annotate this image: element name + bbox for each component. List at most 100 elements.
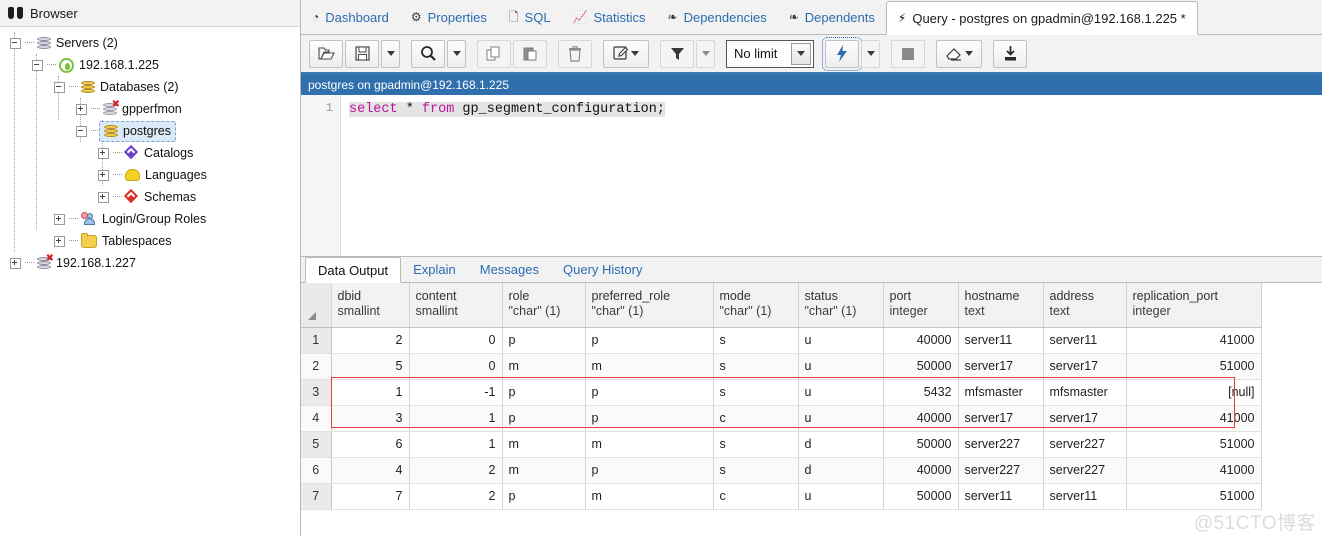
table-row[interactable]: 7 7 2 p m c u 50000 server11 server11 51… <box>301 483 1262 510</box>
column-header-address[interactable]: address text <box>1043 283 1127 328</box>
row-limit-select[interactable]: No limit <box>726 39 814 68</box>
tab-dependencies[interactable]: ❧ Dependencies <box>657 0 778 34</box>
row-number[interactable]: 3 <box>301 379 332 406</box>
table-row[interactable]: 6 4 2 m p s d 40000 server227 server227 … <box>301 457 1262 484</box>
cell-address[interactable]: server17 <box>1043 405 1127 432</box>
cell-status[interactable]: u <box>798 327 884 354</box>
expander-plus-icon[interactable] <box>54 213 65 225</box>
tree-item-catalogs[interactable]: Catalogs <box>0 142 300 164</box>
cell-hostname[interactable]: server17 <box>958 405 1044 432</box>
cell-address[interactable]: server11 <box>1043 483 1127 510</box>
data-output-grid[interactable]: dbid smallint content smallint role "char" … <box>301 283 1322 510</box>
find-dropdown-button[interactable] <box>447 39 466 68</box>
copy-button[interactable] <box>477 39 511 68</box>
cell-role[interactable]: m <box>502 431 586 458</box>
object-browser-tree[interactable]: Servers (2) 192.168.1.225 Databases (2) … <box>0 27 300 274</box>
cell-role[interactable]: m <box>502 457 586 484</box>
tab-messages[interactable]: Messages <box>468 256 551 282</box>
cell-status[interactable]: u <box>798 379 884 406</box>
row-number[interactable]: 2 <box>301 353 332 380</box>
cell-mode[interactable]: c <box>713 483 799 510</box>
save-dropdown-button[interactable] <box>381 39 400 68</box>
find-button[interactable] <box>411 39 445 68</box>
row-number[interactable]: 1 <box>301 327 332 354</box>
expander-minus-icon[interactable] <box>10 37 21 49</box>
cell-mode[interactable]: c <box>713 405 799 432</box>
table-row[interactable]: 1 2 0 p p s u 40000 server11 server11 41… <box>301 327 1262 354</box>
column-header-replication-port[interactable]: replication_port integer <box>1126 283 1262 328</box>
sql-code-area[interactable]: select * from gp_segment_configuration; <box>341 95 1322 256</box>
edit-dropdown-button[interactable] <box>603 39 649 68</box>
cell-content[interactable]: 1 <box>409 405 503 432</box>
tree-item-schemas[interactable]: Schemas <box>0 186 300 208</box>
cell-role[interactable]: p <box>502 405 586 432</box>
tab-query-editor[interactable]: ⚡ Query - postgres on gpadmin@192.168.1.… <box>885 1 1198 35</box>
tab-dependents[interactable]: ❧ Dependents <box>778 0 886 34</box>
stop-query-button[interactable] <box>891 39 925 68</box>
tree-item-postgres[interactable]: postgres <box>0 120 300 142</box>
cell-address[interactable]: server227 <box>1043 457 1127 484</box>
cell-port[interactable]: 50000 <box>883 353 959 380</box>
cell-replication-port[interactable]: [null] <box>1126 379 1262 406</box>
cell-mode[interactable]: s <box>713 379 799 406</box>
cell-role[interactable]: p <box>502 327 586 354</box>
cell-replication-port[interactable]: 41000 <box>1126 327 1262 354</box>
filter-dropdown-button[interactable] <box>696 39 715 68</box>
cell-address[interactable]: server227 <box>1043 431 1127 458</box>
tab-properties[interactable]: ⚙ Properties <box>400 0 498 34</box>
clear-editor-button[interactable] <box>936 39 982 68</box>
table-row[interactable]: 4 3 1 p p c u 40000 server17 server17 41… <box>301 405 1262 432</box>
expander-plus-icon[interactable] <box>76 103 87 115</box>
expander-plus-icon[interactable] <box>98 191 109 203</box>
filter-button[interactable] <box>660 39 694 68</box>
cell-content[interactable]: 2 <box>409 457 503 484</box>
tree-item-databases[interactable]: Databases (2) <box>0 76 300 98</box>
sql-editor[interactable]: 1 select * from gp_segment_configuration… <box>301 95 1322 256</box>
grid-corner-cell[interactable] <box>301 283 332 328</box>
cell-status[interactable]: d <box>798 431 884 458</box>
tab-dashboard[interactable]: ◔ Dashboard <box>301 0 400 34</box>
row-number[interactable]: 4 <box>301 405 332 432</box>
cell-port[interactable]: 40000 <box>883 327 959 354</box>
open-file-button[interactable] <box>309 39 343 68</box>
tab-sql[interactable]: 🗋 SQL <box>498 0 562 34</box>
cell-content[interactable]: 0 <box>409 353 503 380</box>
row-number[interactable]: 5 <box>301 431 332 458</box>
expander-plus-icon[interactable] <box>10 257 21 269</box>
tree-item-gpperfmon[interactable]: ✖ gpperfmon <box>0 98 300 120</box>
cell-content[interactable]: 1 <box>409 431 503 458</box>
column-header-dbid[interactable]: dbid smallint <box>331 283 410 328</box>
cell-hostname[interactable]: server11 <box>958 483 1044 510</box>
delete-button[interactable] <box>558 39 592 68</box>
table-row[interactable]: 3 1 -1 p p s u 5432 mfsmaster mfsmaster … <box>301 379 1262 406</box>
cell-mode[interactable]: s <box>713 327 799 354</box>
expander-plus-icon[interactable] <box>98 147 109 159</box>
cell-dbid[interactable]: 3 <box>331 405 410 432</box>
expander-minus-icon[interactable] <box>54 81 65 93</box>
cell-hostname[interactable]: server227 <box>958 457 1044 484</box>
cell-preferred-role[interactable]: m <box>585 431 714 458</box>
cell-dbid[interactable]: 7 <box>331 483 410 510</box>
column-header-hostname[interactable]: hostname text <box>958 283 1044 328</box>
expander-plus-icon[interactable] <box>54 235 65 247</box>
cell-port[interactable]: 40000 <box>883 405 959 432</box>
cell-preferred-role[interactable]: m <box>585 353 714 380</box>
tree-item-tablespaces[interactable]: Tablespaces <box>0 230 300 252</box>
save-file-button[interactable] <box>345 39 379 68</box>
download-csv-button[interactable] <box>993 39 1027 68</box>
cell-port[interactable]: 5432 <box>883 379 959 406</box>
column-header-preferred-role[interactable]: preferred_role "char" (1) <box>585 283 714 328</box>
tab-statistics[interactable]: 📈 Statistics <box>562 0 657 34</box>
cell-replication-port[interactable]: 41000 <box>1126 457 1262 484</box>
cell-port[interactable]: 40000 <box>883 457 959 484</box>
cell-content[interactable]: 2 <box>409 483 503 510</box>
cell-hostname[interactable]: server227 <box>958 431 1044 458</box>
tree-item-server-227[interactable]: ✖ 192.168.1.227 <box>0 252 300 274</box>
column-header-role[interactable]: role "char" (1) <box>502 283 586 328</box>
cell-mode[interactable]: s <box>713 457 799 484</box>
cell-hostname[interactable]: server17 <box>958 353 1044 380</box>
cell-preferred-role[interactable]: p <box>585 379 714 406</box>
tree-item-servers[interactable]: Servers (2) <box>0 32 300 54</box>
cell-preferred-role[interactable]: p <box>585 457 714 484</box>
expander-minus-icon[interactable] <box>76 125 87 137</box>
